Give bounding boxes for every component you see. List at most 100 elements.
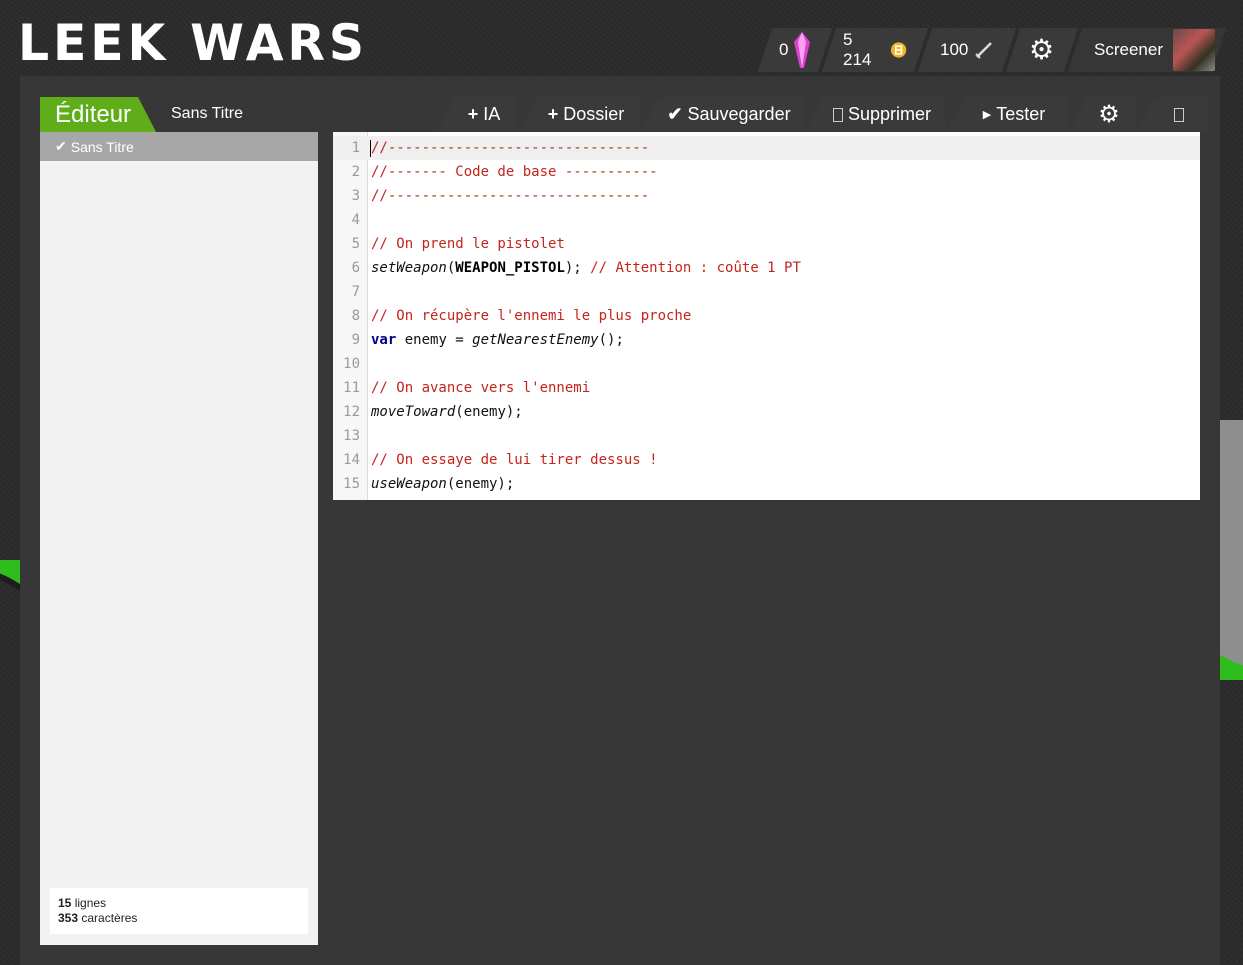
code-text: //------- Code de base ----------- xyxy=(371,160,658,184)
code-line[interactable]: 1 //------------------------------- xyxy=(333,136,1200,160)
habs-counter[interactable]: 5 214 xyxy=(821,28,929,72)
code-line[interactable]: 4 xyxy=(333,208,1200,232)
code-line[interactable]: 7 xyxy=(333,280,1200,304)
code-plain: enemy = xyxy=(396,332,473,348)
settings-menu[interactable]: ⚙ xyxy=(1005,28,1079,72)
code-line[interactable]: 5 // On prend le pistolet xyxy=(333,232,1200,256)
fights-value: 100 xyxy=(939,40,969,59)
new-folder-label: Dossier xyxy=(563,104,625,124)
new-ai-label: IA xyxy=(483,104,501,124)
line-number: 2 xyxy=(351,164,360,180)
test-button[interactable]: ▶ Tester xyxy=(947,97,1067,132)
code-plain: (enemy); xyxy=(455,404,523,420)
lines-label: lignes xyxy=(71,896,107,910)
code-plain: (enemy); xyxy=(446,476,515,492)
sword-icon xyxy=(975,42,993,59)
line-number: 8 xyxy=(351,308,360,324)
line-number: 15 xyxy=(343,476,360,492)
habs-value: 5 214 xyxy=(843,30,872,69)
code-text: // On prend le pistolet xyxy=(371,232,565,256)
code-function: getNearestEnemy xyxy=(472,332,599,348)
new-ai-button[interactable]: + IA xyxy=(437,97,517,132)
line-number: 13 xyxy=(343,428,360,444)
habs-coin-icon xyxy=(890,42,907,58)
code-comment: // On prend le pistolet xyxy=(371,236,565,252)
crystals-counter[interactable]: 0 xyxy=(757,28,833,72)
code-line[interactable]: 11 // On avance vers l'ennemi xyxy=(333,376,1200,400)
code-comment: // Attention : coûte 1 PT xyxy=(590,260,801,276)
line-number: 7 xyxy=(351,284,360,300)
new-folder-button[interactable]: + Dossier xyxy=(519,97,639,132)
sidebar-item-sans-titre[interactable]: ✔ Sans Titre xyxy=(40,132,318,161)
code-text: // On avance vers l'ennemi xyxy=(371,376,590,400)
line-number: 10 xyxy=(343,356,360,372)
avatar xyxy=(1172,29,1215,71)
code-text: setWeapon(WEAPON_PISTOL); // Attention :… xyxy=(371,256,801,280)
crystals-value: 0 xyxy=(779,40,789,59)
chars-count: 353 xyxy=(58,911,79,925)
logo[interactable]: LEEK WARS xyxy=(18,16,370,66)
code-line[interactable]: 13 xyxy=(333,424,1200,448)
code-line[interactable]: 12 moveToward(enemy); xyxy=(333,400,1200,424)
crystal-icon xyxy=(794,32,811,68)
code-comment: //------- Code de base ----------- xyxy=(371,164,658,180)
code-text: var enemy = getNearestEnemy(); xyxy=(371,328,624,352)
code-stats: 15 lignes 353 caractères xyxy=(50,888,308,934)
plus-icon: + xyxy=(467,104,479,124)
test-label: Tester xyxy=(996,104,1046,124)
lines-count: 15 xyxy=(58,896,72,910)
chars-label: caractères xyxy=(78,911,138,925)
code-keyword: var xyxy=(371,332,397,348)
code-comment: // On récupère l'ennemi le plus proche xyxy=(371,308,692,324)
code-punct: ); xyxy=(564,260,591,276)
line-number: 9 xyxy=(351,332,360,348)
code-text: // On récupère l'ennemi le plus proche xyxy=(371,304,691,328)
editor-settings-button[interactable]: ⚙ xyxy=(1069,97,1135,132)
line-number: 5 xyxy=(351,236,360,252)
code-line[interactable]: 15 useWeapon(enemy); xyxy=(333,472,1200,496)
page-title-tab: Éditeur xyxy=(40,97,156,132)
code-constant: WEAPON_PISTOL xyxy=(455,260,565,276)
delete-button[interactable]: Supprimer xyxy=(805,97,945,132)
line-number: 4 xyxy=(351,212,360,228)
check-icon: ✔ xyxy=(667,104,683,124)
play-icon: ▶ xyxy=(982,109,992,121)
code-line[interactable]: 6 setWeapon(WEAPON_PISTOL); // Attention … xyxy=(333,256,1200,280)
fullscreen-icon xyxy=(1174,107,1184,122)
code-line[interactable]: 8 // On récupère l'ennemi le plus proche xyxy=(333,304,1200,328)
code-function: setWeapon xyxy=(371,260,447,276)
line-number: 6 xyxy=(351,260,360,276)
fullscreen-button[interactable] xyxy=(1137,97,1207,132)
line-number: 1 xyxy=(351,140,360,156)
code-text: // On essaye de lui tirer dessus ! xyxy=(371,448,658,472)
editor-toolbar: + IA + Dossier ✔ Sauvegarder Supprimer ▶… xyxy=(437,97,1209,132)
code-comment: // On avance vers l'ennemi xyxy=(371,380,591,396)
code-text: moveToward(enemy); xyxy=(371,400,523,424)
save-button[interactable]: ✔ Sauvegarder xyxy=(641,97,803,132)
code-line[interactable]: 14 // On essaye de lui tirer dessus ! xyxy=(333,448,1200,472)
page-subtitle: Sans Titre xyxy=(171,105,244,122)
user-menu[interactable]: Screener xyxy=(1067,28,1227,72)
code-line[interactable]: 10 xyxy=(333,352,1200,376)
code-text: //------------------------------- xyxy=(371,136,649,160)
code-comment: //------------------------------- xyxy=(371,188,650,204)
delete-label: Supprimer xyxy=(847,104,932,124)
code-line[interactable]: 9 var enemy = getNearestEnemy(); xyxy=(333,328,1200,352)
code-function: useWeapon xyxy=(371,476,447,492)
code-text: useWeapon(enemy); xyxy=(371,472,514,496)
save-label: Sauvegarder xyxy=(687,104,791,124)
fights-counter[interactable]: 100 xyxy=(917,28,1017,72)
text-cursor xyxy=(370,140,371,157)
top-header: LEEK WARS 0 5 214 100 ⚙ Screener xyxy=(0,0,1243,76)
code-punct: (); xyxy=(598,332,624,348)
page-title: Éditeur xyxy=(55,100,132,128)
code-text: //------------------------------- xyxy=(371,184,649,208)
sidebar-item-label: Sans Titre xyxy=(70,138,134,155)
code-line[interactable]: 2 //------- Code de base ----------- xyxy=(333,160,1200,184)
plus-icon: + xyxy=(547,104,559,124)
code-line[interactable]: 3 //------------------------------- xyxy=(333,184,1200,208)
code-editor[interactable]: 1 //------------------------------- 2 //---… xyxy=(333,132,1200,500)
code-comment: // On essaye de lui tirer dessus ! xyxy=(371,452,658,468)
svg-text:LEEK WARS: LEEK WARS xyxy=(18,16,368,64)
line-number: 14 xyxy=(343,452,360,468)
